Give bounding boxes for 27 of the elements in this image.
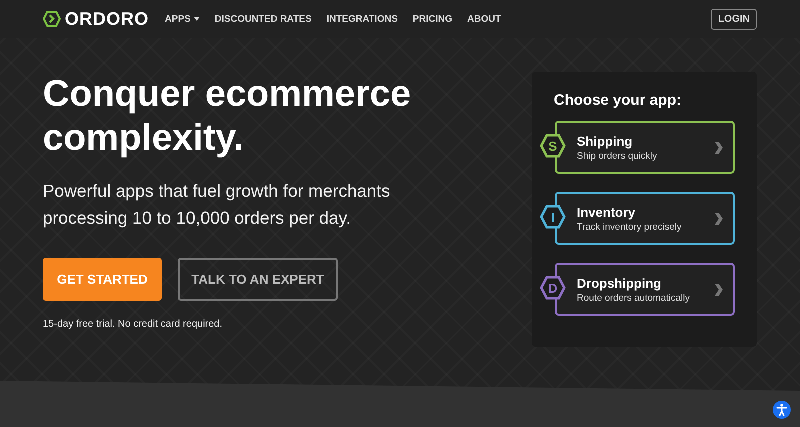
trial-note: 15-day free trial. No credit card required.	[43, 319, 224, 330]
headline: Conquer ecommerce complexity.	[43, 72, 412, 160]
chevron-icon	[715, 284, 723, 296]
app-name: Shipping	[577, 134, 634, 148]
app-badge: I	[540, 205, 566, 229]
nav-link[interactable]: INTEGRATIONS	[326, 14, 398, 24]
app-name: Dropshipping	[577, 276, 662, 290]
logo-icon	[43, 11, 61, 27]
subheadline: Powerful apps that fuel growth for merchants processing 10 to 10,000 orders per day.	[43, 180, 392, 230]
chevron-icon	[715, 142, 723, 154]
app-description: Track inventory precisely	[577, 222, 683, 232]
app-description: Ship orders quickly	[577, 150, 658, 162]
app-badge: D	[540, 276, 566, 300]
talk-to-expert-button[interactable]: TALK TO AN EXPERT	[178, 258, 338, 301]
app-card[interactable]: Inventory Track inventory precisely	[555, 192, 735, 245]
nav-link[interactable]: PRICING	[412, 14, 452, 24]
login-button[interactable]: LOGIN	[711, 8, 757, 30]
chevron-icon	[715, 212, 723, 224]
logo-wordmark[interactable]: ORDORO	[65, 8, 149, 30]
accessibility-icon[interactable]	[773, 401, 791, 419]
nav-link[interactable]: ABOUT	[468, 14, 502, 24]
app-description: Route orders automatically	[577, 292, 691, 304]
panel-title: Choose your app:	[554, 92, 683, 109]
nav-link[interactable]: DISCOUNTED RATES	[214, 14, 312, 24]
app-name: Inventory	[577, 204, 637, 220]
nav-link[interactable]: APPS	[165, 14, 200, 24]
app-badge: S	[540, 134, 566, 158]
